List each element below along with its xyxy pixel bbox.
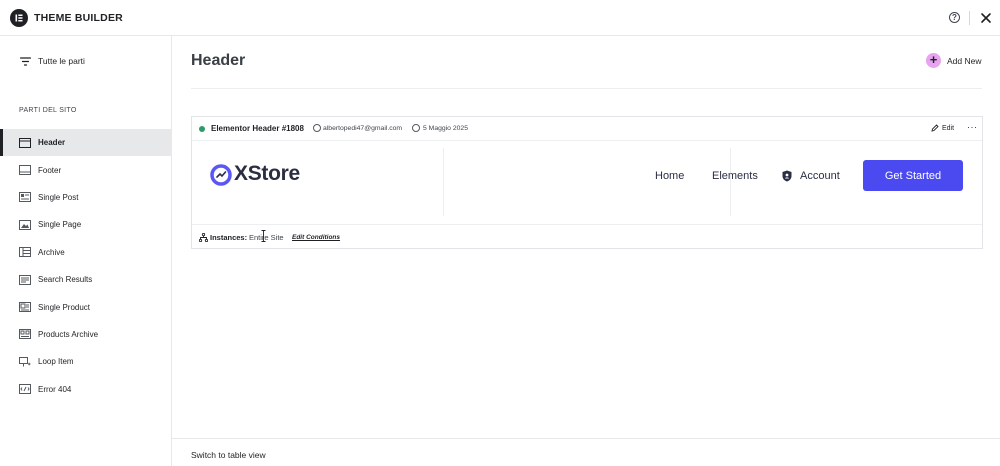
products-archive-icon [19, 329, 31, 340]
template-preview[interactable]: XStore Home Elements Account Get Started [192, 142, 982, 224]
sidebar-item-label: Products Archive [38, 329, 99, 339]
sitemap-icon [199, 233, 208, 242]
bottom-bar: Switch to table view [172, 438, 1000, 466]
elementor-logo-icon [10, 9, 28, 27]
help-icon[interactable]: ? [949, 12, 960, 23]
search-results-icon [19, 274, 31, 285]
text-cursor-icon [261, 230, 266, 242]
preview-column-divider [443, 148, 444, 216]
clock-icon [412, 124, 420, 132]
status-dot [199, 126, 205, 132]
filter-icon [20, 56, 31, 66]
sidebar-item-single-product[interactable]: Single Product [0, 293, 171, 320]
instances-value: Entire Site [249, 233, 284, 242]
sidebar-item-products-archive[interactable]: Products Archive [0, 321, 171, 348]
shield-icon [782, 170, 792, 182]
all-parts-link[interactable]: Tutte le parti [20, 56, 85, 66]
sidebar-item-label: Single Post [38, 192, 79, 202]
edit-label: Edit [942, 124, 955, 132]
card-footer: Instances: Entire Site Edit Conditions [192, 224, 982, 249]
page-title: Header [191, 52, 246, 69]
single-product-icon [19, 302, 31, 313]
sidebar-item-loop-item[interactable]: Loop Item [0, 348, 171, 375]
error-404-icon [19, 384, 31, 395]
sidebar-item-single-post[interactable]: Single Post [0, 184, 171, 211]
divider [191, 88, 982, 89]
app-title: THEME BUILDER [34, 12, 123, 24]
sidebar-item-archive[interactable]: Archive [0, 239, 171, 266]
sidebar-item-label: Footer [38, 165, 62, 175]
footer-icon [19, 165, 31, 176]
template-date: 5 Maggio 2025 [423, 125, 468, 132]
add-new-label: Add New [947, 55, 982, 66]
top-bar: THEME BUILDER ? [0, 0, 1000, 36]
preview-nav-elements: Elements [712, 170, 758, 182]
xstore-logo-icon [210, 164, 232, 186]
pencil-icon [931, 124, 939, 132]
sidebar-item-label: Error 404 [38, 384, 72, 394]
switch-table-view-link[interactable]: Switch to table view [191, 450, 266, 460]
edit-conditions-link[interactable]: Edit Conditions [292, 234, 340, 241]
more-options-icon[interactable]: ··· [967, 122, 978, 132]
sidebar-item-label: Search Results [38, 275, 93, 285]
card-header: Elementor Header #1808 albertopedi47@gma… [192, 117, 982, 141]
preview-column-divider [730, 148, 731, 216]
plus-icon: + [926, 53, 941, 68]
site-parts-nav: Header Footer Single Post Single Page Ar… [0, 129, 171, 403]
single-page-icon [19, 219, 31, 230]
sidebar-item-search-results[interactable]: Search Results [0, 266, 171, 293]
main-content: Header + Add New Elementor Header #1808 … [172, 36, 1000, 466]
template-card: Elementor Header #1808 albertopedi47@gma… [191, 116, 983, 249]
sidebar: Tutte le parti PARTI DEL SITO Header Foo… [0, 36, 172, 466]
sidebar-item-footer[interactable]: Footer [0, 156, 171, 183]
preview-cta-button: Get Started [863, 160, 963, 191]
sidebar-item-label: Single Page [38, 220, 82, 230]
close-icon[interactable] [980, 12, 992, 24]
sidebar-item-header[interactable]: Header [0, 129, 171, 157]
sidebar-item-label: Single Product [38, 302, 91, 312]
all-parts-label: Tutte le parti [38, 56, 85, 66]
sidebar-item-label: Header [38, 138, 66, 148]
author-email: albertopedi47@gmail.com [323, 125, 403, 132]
sidebar-item-error-404[interactable]: Error 404 [0, 376, 171, 403]
top-divider [969, 11, 970, 25]
preview-logo-text: XStore [234, 162, 300, 185]
instances-label: Instances: [210, 233, 248, 242]
section-title: PARTI DEL SITO [19, 107, 77, 114]
archive-icon [19, 247, 31, 258]
user-icon [313, 124, 321, 132]
sidebar-item-label: Loop Item [38, 357, 74, 367]
sidebar-item-label: Archive [38, 247, 65, 257]
single-post-icon [19, 192, 31, 203]
loop-item-icon [19, 356, 31, 367]
sidebar-item-single-page[interactable]: Single Page [0, 211, 171, 238]
template-name: Elementor Header #1808 [211, 124, 304, 133]
add-new-button[interactable]: + Add New [926, 53, 982, 68]
header-icon [19, 137, 31, 148]
preview-nav-home: Home [655, 170, 685, 182]
preview-account-label: Account [800, 170, 840, 182]
edit-button[interactable]: Edit [931, 124, 954, 132]
